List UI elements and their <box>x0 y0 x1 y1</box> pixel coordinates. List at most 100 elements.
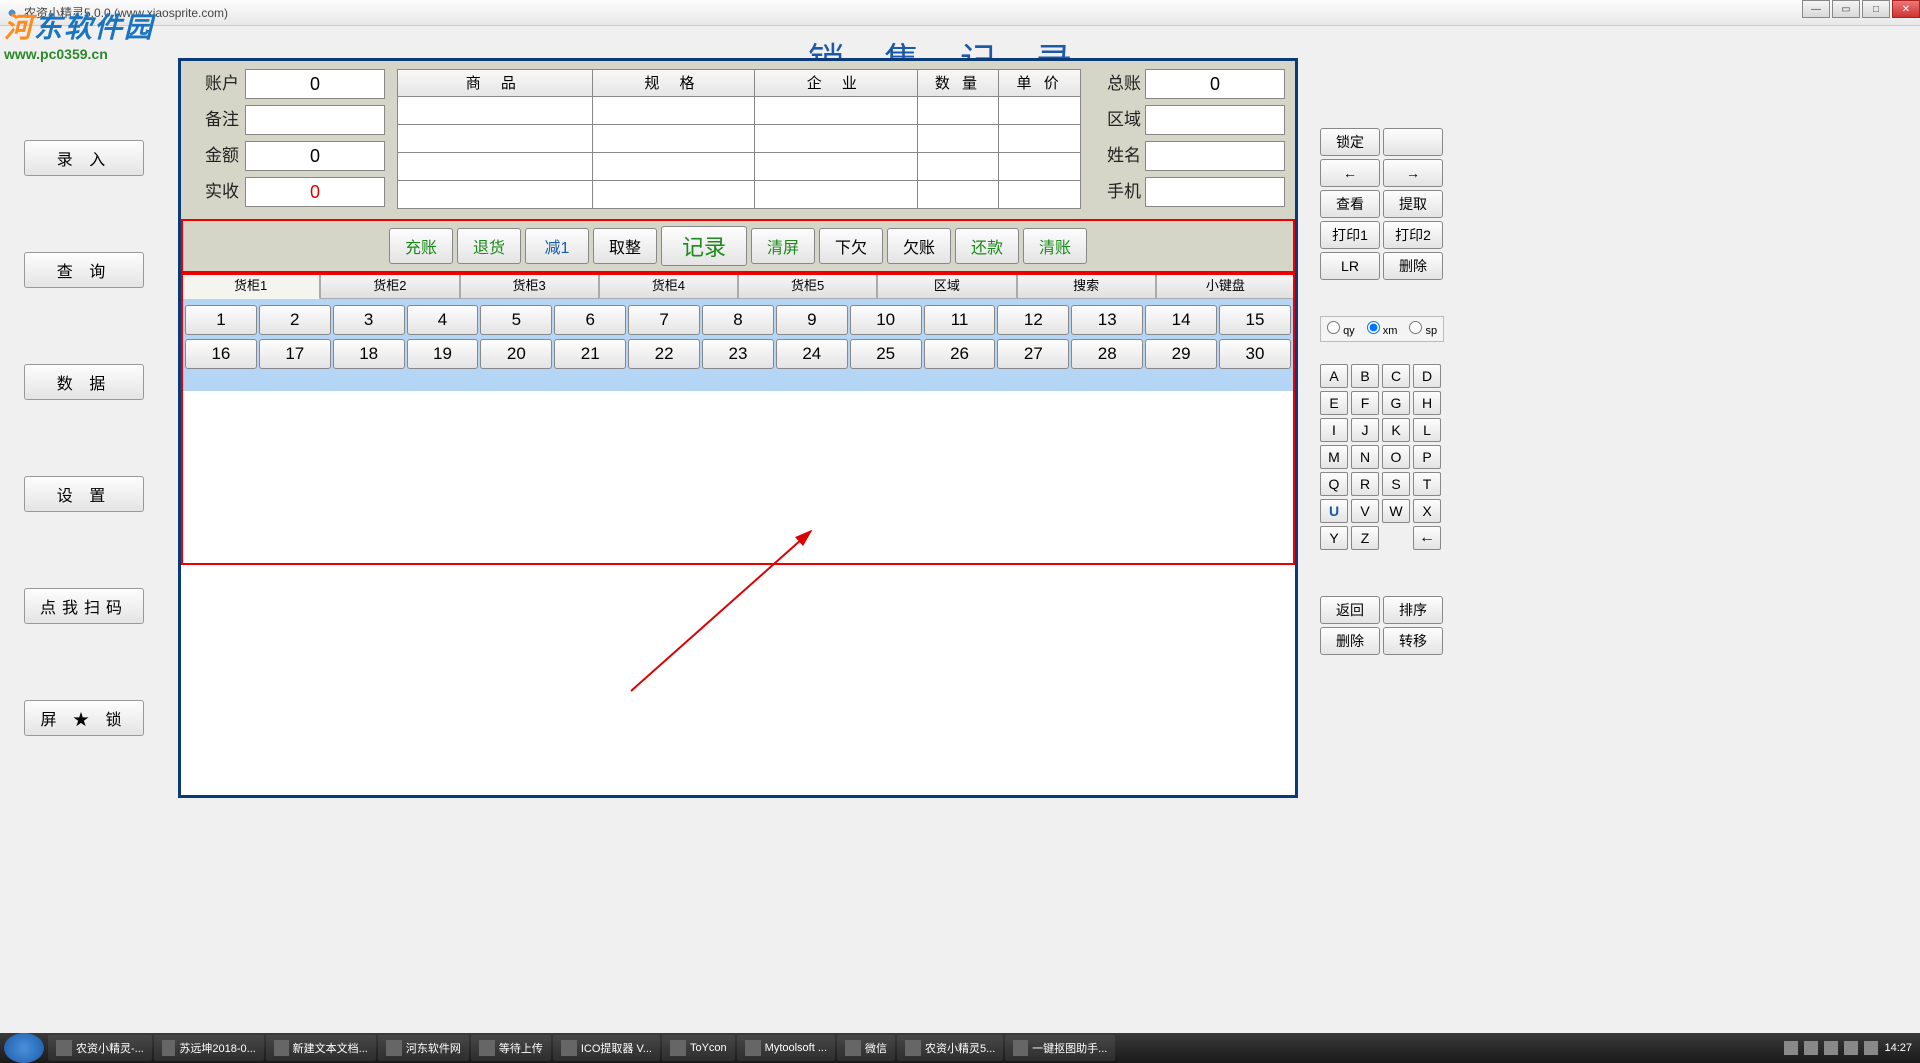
nav-settings[interactable]: 设 置 <box>24 476 144 512</box>
num-button-12[interactable]: 12 <box>997 305 1069 335</box>
num-button-25[interactable]: 25 <box>850 339 922 369</box>
num-button-8[interactable]: 8 <box>702 305 774 335</box>
num-button-14[interactable]: 14 <box>1145 305 1217 335</box>
btn-extract[interactable]: 提取 <box>1383 190 1443 218</box>
letter-key-W[interactable]: W <box>1382 499 1410 523</box>
letter-key-Q[interactable]: Q <box>1320 472 1348 496</box>
num-button-6[interactable]: 6 <box>554 305 626 335</box>
input-received[interactable] <box>245 177 385 207</box>
num-button-18[interactable]: 18 <box>333 339 405 369</box>
num-button-23[interactable]: 23 <box>702 339 774 369</box>
num-button-9[interactable]: 9 <box>776 305 848 335</box>
letter-key-N[interactable]: N <box>1351 445 1379 469</box>
input-phone[interactable] <box>1145 177 1285 207</box>
btn-lr[interactable]: LR <box>1320 252 1380 280</box>
taskbar-item[interactable]: 农资小精灵5... <box>897 1035 1003 1061</box>
letter-key-C[interactable]: C <box>1382 364 1410 388</box>
tray-icon[interactable] <box>1804 1041 1818 1055</box>
letter-key-G[interactable]: G <box>1382 391 1410 415</box>
taskbar-item[interactable]: Mytoolsoft ... <box>737 1035 835 1061</box>
num-button-13[interactable]: 13 <box>1071 305 1143 335</box>
taskbar-item[interactable]: 河东软件网 <box>378 1035 469 1061</box>
btn-sort[interactable]: 排序 <box>1383 596 1443 624</box>
btn-blank[interactable] <box>1383 128 1443 156</box>
taskbar-item[interactable]: 农资小精灵-... <box>48 1035 152 1061</box>
btn-right[interactable]: → <box>1383 159 1443 187</box>
letter-key-X[interactable]: X <box>1413 499 1441 523</box>
btn-owe[interactable]: 下欠 <box>819 228 883 264</box>
letter-key-L[interactable]: L <box>1413 418 1441 442</box>
letter-key-D[interactable]: D <box>1413 364 1441 388</box>
btn-minus1[interactable]: 减1 <box>525 228 589 264</box>
num-button-1[interactable]: 1 <box>185 305 257 335</box>
num-button-2[interactable]: 2 <box>259 305 331 335</box>
letter-key-Y[interactable]: Y <box>1320 526 1348 550</box>
tab-region[interactable]: 区域 <box>877 273 1016 299</box>
btn-round[interactable]: 取整 <box>593 228 657 264</box>
tray-icon[interactable] <box>1784 1041 1798 1055</box>
num-button-10[interactable]: 10 <box>850 305 922 335</box>
start-button[interactable] <box>4 1033 44 1063</box>
input-amount[interactable] <box>245 141 385 171</box>
grid-row[interactable] <box>397 97 1081 125</box>
letter-key-M[interactable]: M <box>1320 445 1348 469</box>
nav-scan[interactable]: 点我扫码 <box>24 588 144 624</box>
num-button-28[interactable]: 28 <box>1071 339 1143 369</box>
num-button-11[interactable]: 11 <box>924 305 996 335</box>
nav-data[interactable]: 数 据 <box>24 364 144 400</box>
restore-button[interactable]: ▭ <box>1832 0 1860 18</box>
close-button[interactable]: ✕ <box>1892 0 1920 18</box>
btn-left[interactable]: ← <box>1320 159 1380 187</box>
btn-clearaccount[interactable]: 清账 <box>1023 228 1087 264</box>
num-button-29[interactable]: 29 <box>1145 339 1217 369</box>
letter-key-I[interactable]: I <box>1320 418 1348 442</box>
backspace-key[interactable]: ← <box>1413 526 1441 550</box>
radio-sp[interactable]: sp <box>1409 321 1437 337</box>
taskbar-item[interactable]: 新建文本文档... <box>266 1035 376 1061</box>
btn-repay[interactable]: 还款 <box>955 228 1019 264</box>
tab-cabinet1[interactable]: 货柜1 <box>181 273 320 299</box>
tray-icon[interactable] <box>1864 1041 1878 1055</box>
num-button-26[interactable]: 26 <box>924 339 996 369</box>
btn-clear[interactable]: 清屏 <box>751 228 815 264</box>
radio-qy[interactable]: qy <box>1327 321 1355 337</box>
letter-key-E[interactable]: E <box>1320 391 1348 415</box>
btn-lock[interactable]: 锁定 <box>1320 128 1380 156</box>
input-account[interactable] <box>245 69 385 99</box>
num-button-7[interactable]: 7 <box>628 305 700 335</box>
input-name[interactable] <box>1145 141 1285 171</box>
num-button-4[interactable]: 4 <box>407 305 479 335</box>
minimize-button[interactable]: — <box>1802 0 1830 18</box>
btn-print1[interactable]: 打印1 <box>1320 221 1380 249</box>
input-total[interactable] <box>1145 69 1285 99</box>
taskbar-item[interactable]: 微信 <box>837 1035 895 1061</box>
tab-cabinet3[interactable]: 货柜3 <box>460 273 599 299</box>
num-button-3[interactable]: 3 <box>333 305 405 335</box>
input-region[interactable] <box>1145 105 1285 135</box>
btn-view[interactable]: 查看 <box>1320 190 1380 218</box>
letter-key-R[interactable]: R <box>1351 472 1379 496</box>
num-button-20[interactable]: 20 <box>480 339 552 369</box>
btn-return[interactable]: 退货 <box>457 228 521 264</box>
btn-back[interactable]: 返回 <box>1320 596 1380 624</box>
tab-cabinet4[interactable]: 货柜4 <box>599 273 738 299</box>
btn-record[interactable]: 记录 <box>661 226 747 266</box>
num-button-27[interactable]: 27 <box>997 339 1069 369</box>
taskbar-item[interactable]: 等待上传 <box>471 1035 551 1061</box>
letter-key-F[interactable]: F <box>1351 391 1379 415</box>
tray-icon[interactable] <box>1824 1041 1838 1055</box>
num-button-21[interactable]: 21 <box>554 339 626 369</box>
btn-transfer[interactable]: 转移 <box>1383 627 1443 655</box>
num-button-19[interactable]: 19 <box>407 339 479 369</box>
num-button-5[interactable]: 5 <box>480 305 552 335</box>
letter-key-H[interactable]: H <box>1413 391 1441 415</box>
num-button-17[interactable]: 17 <box>259 339 331 369</box>
letter-key-A[interactable]: A <box>1320 364 1348 388</box>
taskbar-item[interactable]: ICO提取器 V... <box>553 1035 660 1061</box>
btn-print2[interactable]: 打印2 <box>1383 221 1443 249</box>
tab-search[interactable]: 搜索 <box>1017 273 1156 299</box>
letter-key-T[interactable]: T <box>1413 472 1441 496</box>
num-button-22[interactable]: 22 <box>628 339 700 369</box>
letter-key-Z[interactable]: Z <box>1351 526 1379 550</box>
btn-del2[interactable]: 删除 <box>1320 627 1380 655</box>
